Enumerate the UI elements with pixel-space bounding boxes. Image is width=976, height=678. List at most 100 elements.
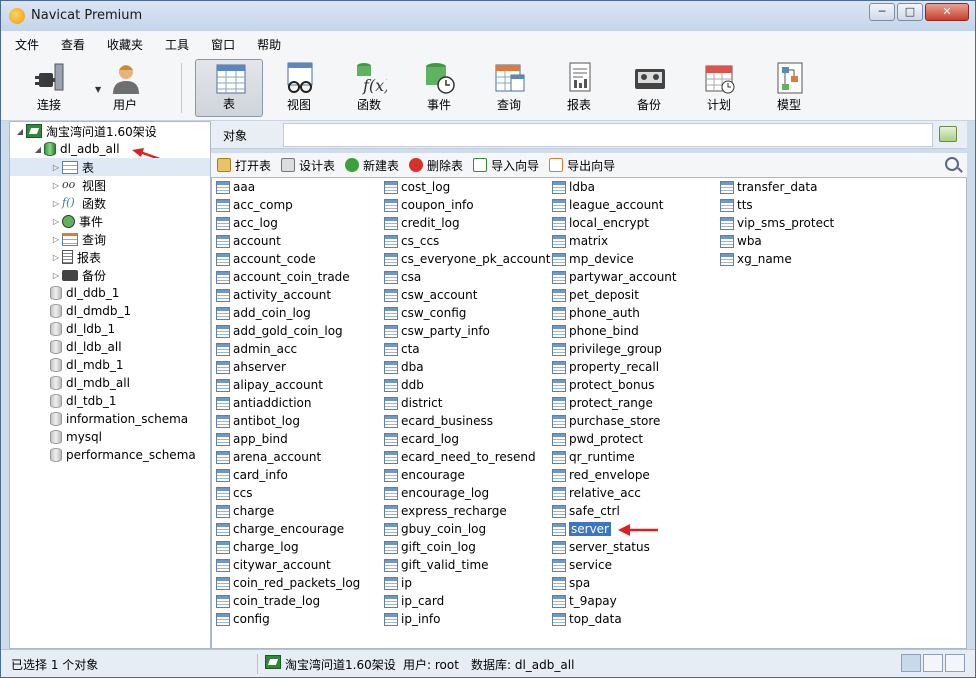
table-item[interactable]: top_data xyxy=(552,610,677,628)
table-item[interactable]: matrix xyxy=(552,232,677,250)
report-button[interactable]: 报表 xyxy=(545,59,613,117)
import-wizard-button[interactable]: 导入向导 xyxy=(473,157,539,174)
table-item[interactable]: add_gold_coin_log xyxy=(216,322,360,340)
table-item[interactable]: phone_auth xyxy=(552,304,677,322)
table-item[interactable]: alipay_account xyxy=(216,376,360,394)
table-item[interactable]: district xyxy=(384,394,550,412)
tab-objects[interactable]: 对象 xyxy=(223,127,247,144)
table-item[interactable]: csw_account xyxy=(384,286,550,304)
tree-connection[interactable]: ◢ 淘宝湾问道1.60架设 xyxy=(14,122,157,140)
table-item[interactable]: qr_runtime xyxy=(552,448,677,466)
open-table-button[interactable]: 打开表 xyxy=(217,157,271,174)
expand-arrow-icon[interactable]: ▷ xyxy=(50,253,62,262)
table-item[interactable]: add_coin_log xyxy=(216,304,360,322)
table-item[interactable]: encourage xyxy=(384,466,550,484)
table-item[interactable]: aaa xyxy=(216,178,360,196)
view-button[interactable]: 视图 xyxy=(265,59,333,117)
menu-favorites[interactable]: 收藏夹 xyxy=(99,36,151,53)
menu-window[interactable]: 窗口 xyxy=(203,36,243,53)
design-table-button[interactable]: 设计表 xyxy=(281,157,335,174)
table-button[interactable]: 表 xyxy=(195,59,263,117)
expand-arrow-icon[interactable]: ▷ xyxy=(50,217,62,226)
table-item[interactable]: spa xyxy=(552,574,677,592)
new-tab-icon[interactable] xyxy=(939,126,957,142)
tree-category-queries[interactable]: ▷ 查询 xyxy=(50,230,106,248)
tree-db-item[interactable]: dl_tdb_1 xyxy=(50,392,117,410)
table-item[interactable]: account_coin_trade xyxy=(216,268,360,286)
tree-db-item[interactable]: dl_ddb_1 xyxy=(50,284,119,302)
expand-arrow-icon[interactable]: ▷ xyxy=(50,163,62,172)
table-item[interactable]: mp_device xyxy=(552,250,677,268)
object-filter-field[interactable] xyxy=(283,123,933,147)
tree-db-item[interactable]: information_schema xyxy=(50,410,188,428)
model-button[interactable]: 模型 xyxy=(755,59,823,117)
tree-db-dl-adb-all[interactable]: ◢ dl_adb_all xyxy=(32,140,120,158)
table-item[interactable]: gift_coin_log xyxy=(384,538,550,556)
table-item[interactable]: charge_log xyxy=(216,538,360,556)
table-item[interactable]: ecard_business xyxy=(384,412,550,430)
table-item[interactable]: coin_red_packets_log xyxy=(216,574,360,592)
detail-view-icon[interactable] xyxy=(945,654,965,672)
expand-arrow-icon[interactable]: ▷ xyxy=(50,181,62,190)
export-wizard-button[interactable]: 导出向导 xyxy=(549,157,615,174)
table-item[interactable]: service xyxy=(552,556,677,574)
table-item[interactable]: credit_log xyxy=(384,214,550,232)
table-item[interactable]: charge xyxy=(216,502,360,520)
tree-db-item[interactable]: dl_mdb_all xyxy=(50,374,130,392)
table-item[interactable]: privilege_group xyxy=(552,340,677,358)
table-item[interactable]: wba xyxy=(720,232,834,250)
menu-help[interactable]: 帮助 xyxy=(249,36,289,53)
menu-file[interactable]: 文件 xyxy=(7,36,47,53)
table-item[interactable]: phone_bind xyxy=(552,322,677,340)
table-item[interactable]: coin_trade_log xyxy=(216,592,360,610)
table-item[interactable]: ip xyxy=(384,574,550,592)
table-item[interactable]: cs_everyone_pk_account xyxy=(384,250,550,268)
delete-table-button[interactable]: 删除表 xyxy=(409,157,463,174)
table-item[interactable]: property_recall xyxy=(552,358,677,376)
table-item[interactable]: purchase_store xyxy=(552,412,677,430)
table-item[interactable]: xg_name xyxy=(720,250,834,268)
tree-category-functions[interactable]: ▷ f() 函数 xyxy=(50,194,106,212)
table-item[interactable]: account_code xyxy=(216,250,360,268)
table-item[interactable]: protect_bonus xyxy=(552,376,677,394)
table-item[interactable]: arena_account xyxy=(216,448,360,466)
table-item[interactable]: partywar_account xyxy=(552,268,677,286)
table-item[interactable]: ldba xyxy=(552,178,677,196)
table-item[interactable]: config xyxy=(216,610,360,628)
table-item[interactable]: ahserver xyxy=(216,358,360,376)
table-item[interactable]: local_encrypt xyxy=(552,214,677,232)
tree-category-views[interactable]: ▷ oo 视图 xyxy=(50,176,106,194)
table-item[interactable]: csw_config xyxy=(384,304,550,322)
tree-db-item[interactable]: dl_dmdb_1 xyxy=(50,302,131,320)
table-item[interactable]: pwd_protect xyxy=(552,430,677,448)
tree-db-item[interactable]: dl_ldb_1 xyxy=(50,320,115,338)
tree-db-item[interactable]: dl_mdb_1 xyxy=(50,356,124,374)
tree-db-item[interactable]: performance_schema xyxy=(50,446,196,464)
table-item[interactable]: gbuy_coin_log xyxy=(384,520,550,538)
table-item[interactable]: ecard_need_to_resend xyxy=(384,448,550,466)
tree-category-tables[interactable]: ▷ 表 xyxy=(10,158,210,176)
table-item[interactable]: activity_account xyxy=(216,286,360,304)
table-item[interactable]: ccs xyxy=(216,484,360,502)
close-button[interactable]: ✕ xyxy=(925,3,969,21)
table-item[interactable]: dba xyxy=(384,358,550,376)
table-item[interactable]: coupon_info xyxy=(384,196,550,214)
table-item[interactable]: cost_log xyxy=(384,178,550,196)
table-item[interactable]: safe_ctrl xyxy=(552,502,677,520)
expand-arrow-icon[interactable]: ▷ xyxy=(50,199,62,208)
table-item[interactable]: charge_encourage xyxy=(216,520,360,538)
tree-category-reports[interactable]: ▷ 报表 xyxy=(50,248,101,266)
schedule-button[interactable]: 计划 xyxy=(685,59,753,117)
table-item[interactable]: pet_deposit xyxy=(552,286,677,304)
menu-view[interactable]: 查看 xyxy=(53,36,93,53)
table-item[interactable]: antiaddiction xyxy=(216,394,360,412)
table-item[interactable]: tts xyxy=(720,196,834,214)
tree-category-events[interactable]: ▷ 事件 xyxy=(50,212,103,230)
table-item[interactable]: admin_acc xyxy=(216,340,360,358)
tree-category-backups[interactable]: ▷ 备份 xyxy=(50,266,106,284)
table-item[interactable]: protect_range xyxy=(552,394,677,412)
table-item[interactable]: ddb xyxy=(384,376,550,394)
collapse-arrow-icon[interactable]: ◢ xyxy=(32,145,44,154)
maximize-button[interactable]: □ xyxy=(897,3,923,21)
event-button[interactable]: 事件 xyxy=(405,59,473,117)
